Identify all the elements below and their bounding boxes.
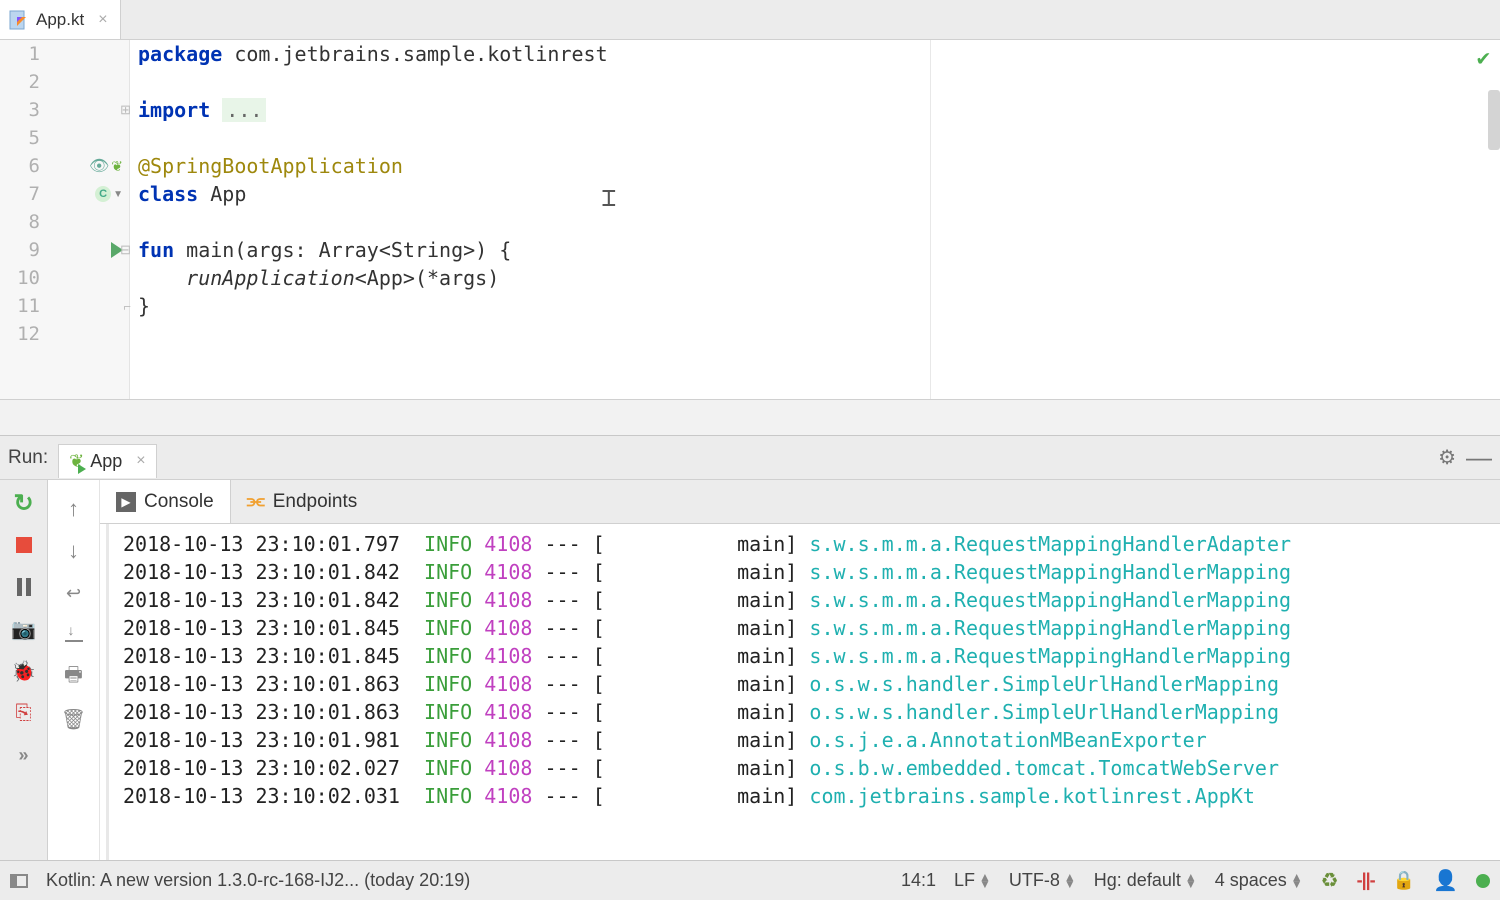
log-line: 2018-10-13 23:10:02.031 INFO 4108 --- [ … <box>123 782 1486 810</box>
right-margin-line <box>930 40 931 399</box>
log-line: 2018-10-13 23:10:01.842 INFO 4108 --- [ … <box>123 586 1486 614</box>
line-number: 5 <box>0 127 40 149</box>
editor-gap <box>0 400 1500 436</box>
keyword: package <box>138 42 222 66</box>
tool-title: Run: <box>8 447 48 469</box>
bean-icon[interactable]: C <box>95 186 111 202</box>
hector-icon[interactable]: 👤 <box>1433 868 1458 893</box>
line-number: 10 <box>0 267 40 289</box>
log-line: 2018-10-13 23:10:01.863 INFO 4108 --- [ … <box>123 670 1486 698</box>
folded-imports[interactable]: ... <box>222 98 266 122</box>
keyword: fun <box>138 238 174 262</box>
console-main: ▶ Console ⫘ Endpoints 2018-10-13 23:10:0… <box>100 480 1500 860</box>
vcs-branch[interactable]: Hg: default▲▼ <box>1094 870 1197 891</box>
console-tab[interactable]: ▶ Console <box>100 480 231 523</box>
fun-signature: main(args: Array<String>) { <box>174 238 511 262</box>
file-encoding[interactable]: UTF-8▲▼ <box>1009 870 1076 891</box>
spring-leaf-icon[interactable]: ❦ <box>111 158 123 175</box>
code-editor[interactable]: 1 2 3⊞ 5 6👁❦ 7C▼ 8 9⊟ 10 11⌐ 12 package … <box>0 40 1500 400</box>
print-button[interactable]: 🖶 <box>61 664 87 690</box>
line-number: 11 <box>0 295 40 317</box>
up-stack-button[interactable]: ↑ <box>61 496 87 522</box>
kotlin-file-icon <box>8 9 30 31</box>
line-number: 8 <box>0 211 40 233</box>
run-tool-window: ↻ 📷 🐞 ⎘ » ↑ ↓ ↩ 🖶 🗑 ▶ Console ⫘ Endpoint… <box>0 480 1500 860</box>
log-line: 2018-10-13 23:10:02.027 INFO 4108 --- [ … <box>123 754 1486 782</box>
process-running-icon[interactable] <box>1476 874 1490 888</box>
editor-gutter: 1 2 3⊞ 5 6👁❦ 7C▼ 8 9⊟ 10 11⌐ 12 <box>0 40 130 399</box>
stop-button[interactable] <box>11 532 37 558</box>
class-name: App <box>198 182 246 206</box>
run-tool-header: Run: ❦ App × ⚙ — <box>0 436 1500 480</box>
pause-button[interactable] <box>11 574 37 600</box>
log-line: 2018-10-13 23:10:01.845 INFO 4108 --- [ … <box>123 642 1486 670</box>
scroll-to-end-button[interactable] <box>61 622 87 648</box>
log-line: 2018-10-13 23:10:01.863 INFO 4108 --- [ … <box>123 698 1486 726</box>
console-icon: ▶ <box>116 492 136 512</box>
clear-button[interactable]: 🗑 <box>61 706 87 732</box>
endpoints-tab[interactable]: ⫘ Endpoints <box>231 480 374 523</box>
status-bar: Kotlin: A new version 1.3.0-rc-168-IJ2..… <box>0 860 1500 900</box>
line-separator[interactable]: LF▲▼ <box>954 870 991 891</box>
dump-threads-button[interactable]: 📷 <box>11 616 37 642</box>
text-cursor-icon: Ꮖ <box>602 186 616 212</box>
tool-windows-icon[interactable] <box>10 874 28 888</box>
rerun-button[interactable]: ↻ <box>11 490 37 516</box>
endpoints-tab-label: Endpoints <box>273 491 358 513</box>
line-number: 1 <box>0 43 40 65</box>
attach-debugger-button[interactable]: 🐞 <box>11 658 37 684</box>
line-number: 9 <box>0 239 40 261</box>
log-line: 2018-10-13 23:10:01.981 INFO 4108 --- [ … <box>123 726 1486 754</box>
run-left-toolbar: ↻ 📷 🐞 ⎘ » <box>0 480 48 860</box>
cursor-position[interactable]: 14:1 <box>901 870 936 891</box>
annotation: @SpringBootApplication <box>138 154 403 178</box>
inspection-ok-icon[interactable]: ✔ <box>1477 46 1490 71</box>
keyword: import <box>138 98 210 122</box>
fun-call: runApplication <box>186 266 355 290</box>
scrollbar-thumb[interactable] <box>1488 90 1500 150</box>
file-tab-app[interactable]: App.kt × <box>0 0 121 39</box>
chevron-down-icon[interactable]: ▼ <box>113 189 123 200</box>
console-side-toolbar: ↑ ↓ ↩ 🖶 🗑 <box>48 480 100 860</box>
run-config-tab[interactable]: ❦ App × <box>58 444 156 478</box>
close-brace: } <box>138 294 150 318</box>
spring-run-icon: ❦ <box>69 451 84 472</box>
fun-call-rest: <App>(*args) <box>355 266 500 290</box>
log-line: 2018-10-13 23:10:01.842 INFO 4108 --- [ … <box>123 558 1486 586</box>
console-tab-label: Console <box>144 491 214 513</box>
status-message[interactable]: Kotlin: A new version 1.3.0-rc-168-IJ2..… <box>46 870 470 891</box>
indent-settings[interactable]: 4 spaces▲▼ <box>1215 870 1303 891</box>
gear-icon[interactable]: ⚙ <box>1438 445 1456 470</box>
log-line: 2018-10-13 23:10:01.845 INFO 4108 --- [ … <box>123 614 1486 642</box>
line-number: 6 <box>0 155 40 177</box>
editor-tab-bar: App.kt × <box>0 0 1500 40</box>
file-tab-label: App.kt <box>36 10 84 30</box>
lock-icon[interactable]: 🔒 <box>1393 870 1415 891</box>
more-button[interactable]: » <box>11 742 37 768</box>
close-icon[interactable]: × <box>98 11 107 29</box>
line-number: 2 <box>0 71 40 93</box>
line-number: 7 <box>0 183 40 205</box>
line-number: 12 <box>0 323 40 345</box>
console-output[interactable]: 2018-10-13 23:10:01.797 INFO 4108 --- [ … <box>106 524 1500 860</box>
read-usages-icon[interactable]: 👁 <box>89 156 109 176</box>
keyword: class <box>138 182 198 206</box>
line-number: 3 <box>0 99 40 121</box>
down-stack-button[interactable]: ↓ <box>61 538 87 564</box>
breakpoint-mute-icon[interactable]: -||- <box>1357 870 1375 891</box>
exit-button[interactable]: ⎘ <box>11 700 37 726</box>
package-name: com.jetbrains.sample.kotlinrest <box>222 42 607 66</box>
update-available-icon[interactable]: ♻ <box>1321 868 1339 893</box>
close-icon[interactable]: × <box>136 452 145 470</box>
endpoints-icon: ⫘ <box>247 490 265 513</box>
log-line: 2018-10-13 23:10:01.797 INFO 4108 --- [ … <box>123 530 1486 558</box>
code-area[interactable]: package com.jetbrains.sample.kotlinrest … <box>130 40 1500 399</box>
minimize-icon[interactable]: — <box>1466 442 1492 473</box>
console-tabs: ▶ Console ⫘ Endpoints <box>100 480 1500 524</box>
soft-wrap-button[interactable]: ↩ <box>61 580 87 606</box>
run-config-label: App <box>90 451 122 472</box>
